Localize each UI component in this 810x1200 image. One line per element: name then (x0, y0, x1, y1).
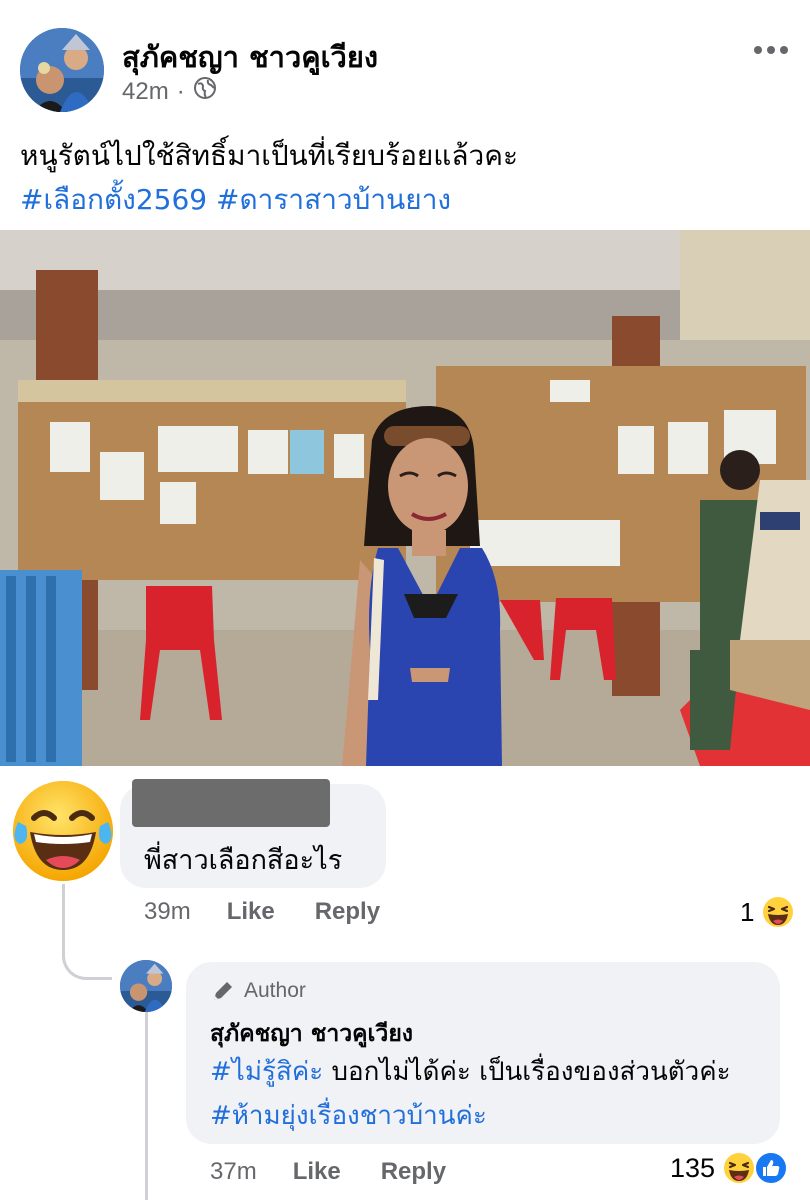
reply-author-name[interactable]: สุภัคชญา ชาวคูเวียง (210, 1016, 413, 1052)
hashtag-link[interactable]: #ไม่รู้สิค่ะ (210, 1057, 323, 1087)
reaction-count: 135 (670, 1152, 716, 1183)
thread-connector (62, 930, 112, 980)
reaction-count: 1 (740, 896, 755, 927)
post-author-name[interactable]: สุภัคชญา ชาวคูเวียง (122, 34, 378, 80)
meta-separator: · (176, 77, 185, 105)
like-reaction-icon (754, 1151, 789, 1185)
author-avatar[interactable] (20, 28, 104, 112)
reply-time[interactable]: 37m (210, 1158, 257, 1186)
reply-reply-button[interactable]: Reply (381, 1158, 446, 1186)
thread-line (145, 1010, 148, 1200)
author-badge-label: Author (244, 979, 306, 1002)
post-hashtags: #เลือกตั้ง2569 #ดาราสาวบ้านยาง (20, 178, 800, 222)
reply-actions: 37m Like Reply (210, 1158, 486, 1186)
post-text: หนูรัตน์ไปใช้สิทธิ์มาเป็นที่เรียบร้อยแล้… (20, 134, 800, 222)
redacted-commenter-name (132, 779, 330, 827)
laughing-tears-emoji-icon (13, 781, 113, 881)
comment-like-button[interactable]: Like (227, 898, 275, 926)
comment-actions: 39m Like Reply (144, 898, 420, 926)
hashtag-link[interactable]: #เลือกตั้ง2569 (20, 183, 207, 216)
comment-text: พี่สาวเลือกสีอะไร (144, 845, 343, 876)
reply-text: #ไม่รู้สิค่ะ บอกไม่ได้ค่ะ เป็นเรื่องของส… (210, 1050, 770, 1138)
post-time[interactable]: 42m (122, 78, 169, 106)
post-body-text: หนูรัตน์ไปใช้สิทธิ์มาเป็นที่เรียบร้อยแล้… (20, 139, 518, 172)
more-options-icon[interactable] (746, 30, 796, 70)
comment-reply-button[interactable]: Reply (315, 898, 380, 926)
reply-reactions[interactable]: 135 (670, 1150, 789, 1186)
reply-author-avatar[interactable] (120, 960, 172, 1012)
reply-body-text: บอกไม่ได้ค่ะ เป็นเรื่องของส่วนตัวค่ะ (323, 1057, 731, 1087)
commenter-avatar[interactable] (10, 778, 116, 884)
comment-time[interactable]: 39m (144, 898, 191, 926)
pencil-icon (214, 982, 232, 1000)
hashtag-link[interactable]: #ดาราสาวบ้านยาง (216, 183, 451, 216)
post-meta: 42m · (122, 76, 217, 107)
author-badge: Author (210, 978, 306, 1004)
globe-icon (193, 76, 217, 107)
post-photo[interactable] (0, 230, 810, 766)
haha-reaction-icon (722, 1151, 757, 1185)
post-header: สุภัคชญา ชาวคูเวียง 42m · (0, 0, 810, 120)
reply-like-button[interactable]: Like (293, 1158, 341, 1186)
hashtag-link[interactable]: #ห้ามยุ่งเรื่องชาวบ้านค่ะ (210, 1101, 487, 1131)
comment-reactions[interactable]: 1 (740, 894, 796, 930)
haha-reaction-icon (761, 895, 796, 929)
